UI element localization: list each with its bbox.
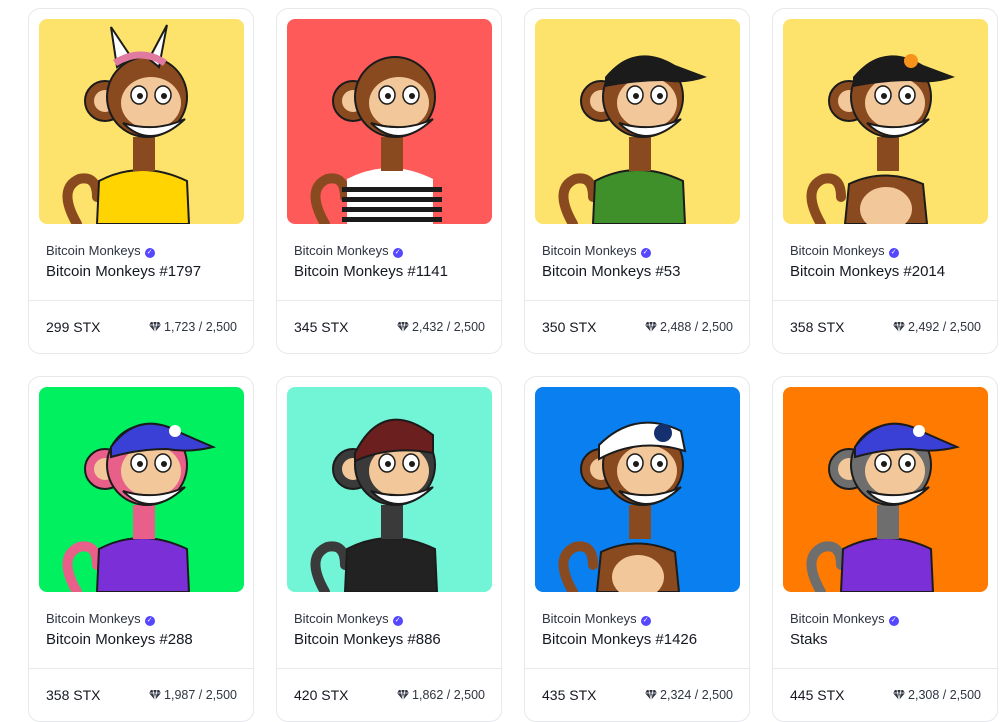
verified-icon: ✓ — [888, 616, 899, 626]
nft-card[interactable]: Bitcoin Monkeys ✓ Bitcoin Monkeys #886 420 … — [276, 376, 502, 722]
verified-icon: ✓ — [144, 248, 155, 258]
nft-price: 345 STX — [294, 319, 349, 335]
rarity-rank: 2,488 / 2,500 — [645, 320, 733, 334]
nft-price: 350 STX — [542, 319, 597, 335]
rarity-rank: 2,308 / 2,500 — [893, 688, 981, 702]
collection-name[interactable]: Bitcoin Monkeys ✓ — [790, 611, 899, 626]
nft-name[interactable]: Bitcoin Monkeys #1141 — [294, 263, 448, 280]
rarity-rank: 2,432 / 2,500 — [397, 320, 485, 334]
card-divider — [773, 300, 997, 301]
nft-image[interactable] — [287, 19, 492, 224]
collection-label: Bitcoin Monkeys — [790, 611, 885, 626]
collection-label: Bitcoin Monkeys — [542, 611, 637, 626]
rarity-rank-text: 2,324 / 2,500 — [660, 688, 733, 702]
diamond-icon — [149, 322, 162, 332]
diamond-icon — [893, 690, 906, 700]
collection-label: Bitcoin Monkeys — [294, 611, 389, 626]
nft-image[interactable] — [39, 19, 244, 224]
nft-card[interactable]: Bitcoin Monkeys ✓ Bitcoin Monkeys #288 358 … — [28, 376, 254, 722]
collection-label: Bitcoin Monkeys — [542, 243, 637, 258]
nft-card[interactable]: Bitcoin Monkeys ✓ Staks 445 STX 2,308 / 2,50… — [772, 376, 998, 722]
collection-label: Bitcoin Monkeys — [46, 243, 141, 258]
rarity-rank: 2,492 / 2,500 — [893, 320, 981, 334]
nft-name[interactable]: Bitcoin Monkeys #2014 — [790, 263, 945, 280]
collection-label: Bitcoin Monkeys — [46, 611, 141, 626]
collection-label: Bitcoin Monkeys — [790, 243, 885, 258]
nft-price: 358 STX — [790, 319, 845, 335]
rarity-rank-text: 1,862 / 2,500 — [412, 688, 485, 702]
nft-price: 299 STX — [46, 319, 101, 335]
nft-image[interactable] — [535, 19, 740, 224]
nft-card[interactable]: Bitcoin Monkeys ✓ Bitcoin Monkeys #53 350 S… — [524, 8, 750, 354]
rarity-rank-text: 1,723 / 2,500 — [164, 320, 237, 334]
rarity-rank-text: 2,308 / 2,500 — [908, 688, 981, 702]
card-divider — [525, 300, 749, 301]
nft-name[interactable]: Bitcoin Monkeys #288 — [46, 631, 193, 648]
rarity-rank: 1,723 / 2,500 — [149, 320, 237, 334]
collection-name[interactable]: Bitcoin Monkeys ✓ — [790, 243, 899, 258]
nft-card[interactable]: Bitcoin Monkeys ✓ Bitcoin Monkeys #2014 358… — [772, 8, 998, 354]
nft-price: 445 STX — [790, 687, 845, 703]
nft-name[interactable]: Staks — [790, 631, 828, 648]
nft-card[interactable]: Bitcoin Monkeys ✓ Bitcoin Monkeys #1141 345… — [276, 8, 502, 354]
diamond-icon — [645, 690, 658, 700]
nft-image[interactable] — [287, 387, 492, 592]
nft-image[interactable] — [783, 19, 988, 224]
verified-icon: ✓ — [392, 248, 403, 258]
collection-name[interactable]: Bitcoin Monkeys ✓ — [294, 611, 403, 626]
nft-name[interactable]: Bitcoin Monkeys #53 — [542, 263, 680, 280]
nft-name[interactable]: Bitcoin Monkeys #1426 — [542, 631, 697, 648]
nft-image[interactable] — [39, 387, 244, 592]
verified-icon: ✓ — [640, 248, 651, 258]
nft-grid: Bitcoin Monkeys ✓ Bitcoin Monkeys #1797 299… — [0, 0, 1007, 722]
nft-price: 420 STX — [294, 687, 349, 703]
diamond-icon — [397, 690, 410, 700]
verified-icon: ✓ — [640, 616, 651, 626]
rarity-rank-text: 1,987 / 2,500 — [164, 688, 237, 702]
rarity-rank-text: 2,488 / 2,500 — [660, 320, 733, 334]
nft-name[interactable]: Bitcoin Monkeys #1797 — [46, 263, 201, 280]
diamond-icon — [397, 322, 410, 332]
collection-name[interactable]: Bitcoin Monkeys ✓ — [542, 611, 651, 626]
card-divider — [773, 668, 997, 669]
card-divider — [277, 300, 501, 301]
collection-name[interactable]: Bitcoin Monkeys ✓ — [46, 243, 155, 258]
collection-name[interactable]: Bitcoin Monkeys ✓ — [46, 611, 155, 626]
diamond-icon — [645, 322, 658, 332]
card-divider — [525, 668, 749, 669]
card-divider — [29, 668, 253, 669]
rarity-rank: 1,987 / 2,500 — [149, 688, 237, 702]
rarity-rank-text: 2,492 / 2,500 — [908, 320, 981, 334]
rarity-rank: 2,324 / 2,500 — [645, 688, 733, 702]
rarity-rank: 1,862 / 2,500 — [397, 688, 485, 702]
nft-image[interactable] — [535, 387, 740, 592]
nft-name[interactable]: Bitcoin Monkeys #886 — [294, 631, 441, 648]
verified-icon: ✓ — [144, 616, 155, 626]
diamond-icon — [149, 690, 162, 700]
nft-price: 358 STX — [46, 687, 101, 703]
card-divider — [29, 300, 253, 301]
nft-card[interactable]: Bitcoin Monkeys ✓ Bitcoin Monkeys #1426 435… — [524, 376, 750, 722]
verified-icon: ✓ — [392, 616, 403, 626]
diamond-icon — [893, 322, 906, 332]
collection-label: Bitcoin Monkeys — [294, 243, 389, 258]
card-divider — [277, 668, 501, 669]
nft-card[interactable]: Bitcoin Monkeys ✓ Bitcoin Monkeys #1797 299… — [28, 8, 254, 354]
nft-price: 435 STX — [542, 687, 597, 703]
rarity-rank-text: 2,432 / 2,500 — [412, 320, 485, 334]
verified-icon: ✓ — [888, 248, 899, 258]
collection-name[interactable]: Bitcoin Monkeys ✓ — [294, 243, 403, 258]
nft-image[interactable] — [783, 387, 988, 592]
collection-name[interactable]: Bitcoin Monkeys ✓ — [542, 243, 651, 258]
